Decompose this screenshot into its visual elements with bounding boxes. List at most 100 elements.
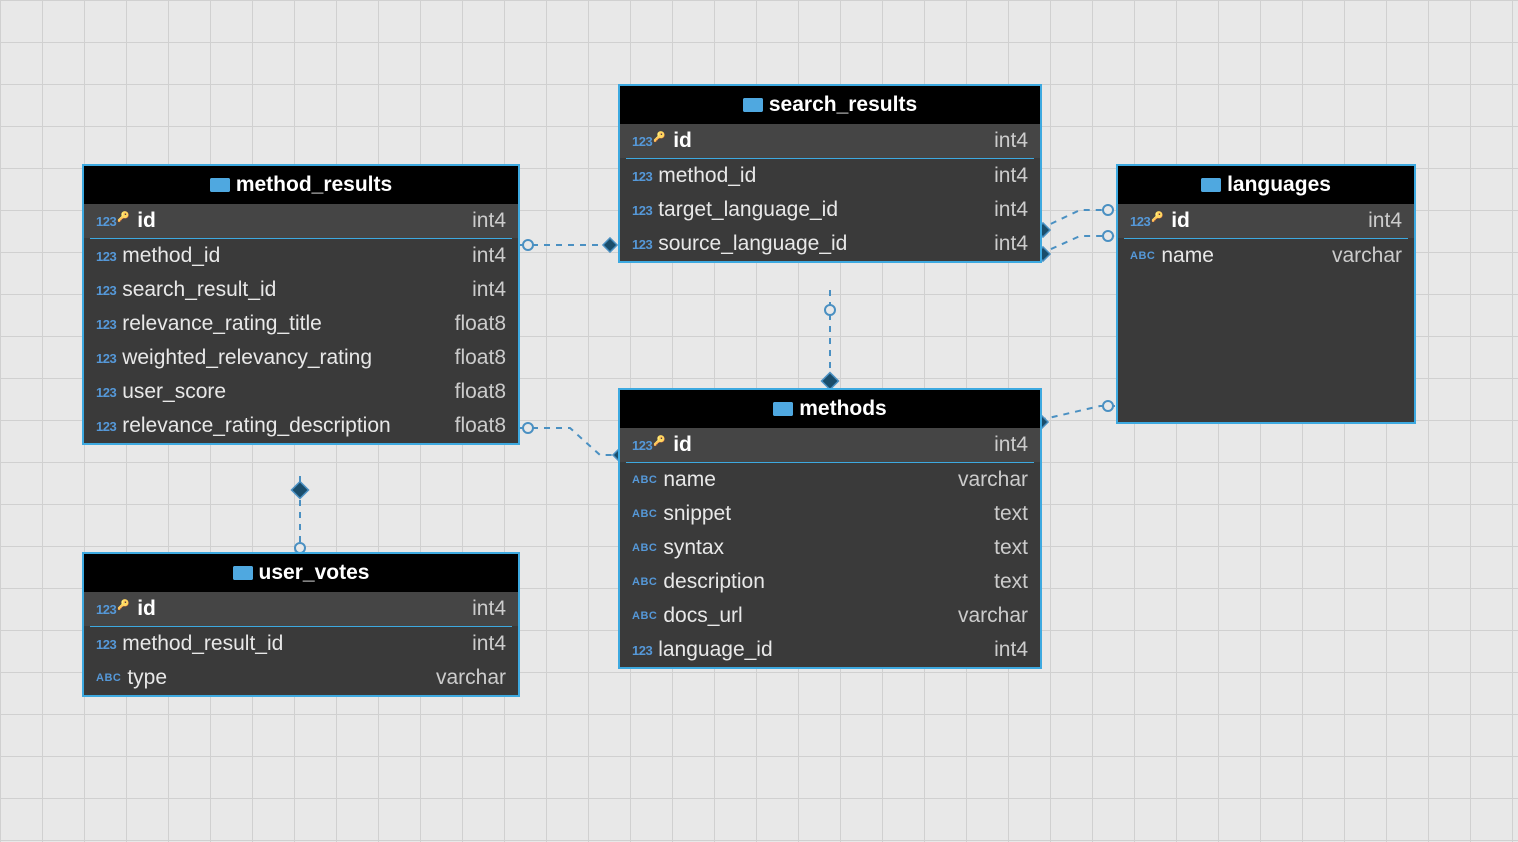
type-prefix: 123: [1130, 214, 1150, 229]
column-type: int4: [994, 129, 1028, 153]
column-row[interactable]: 123 method_id int4: [84, 239, 518, 273]
column-name: id: [673, 433, 692, 457]
column-type: text: [994, 502, 1028, 526]
column-name: method_id: [122, 244, 220, 268]
type-prefix: 123: [632, 438, 652, 453]
column-name: method_id: [658, 164, 756, 188]
column-name: relevance_rating_description: [122, 414, 391, 438]
column-row[interactable]: 123 id int4: [1118, 204, 1414, 238]
type-prefix: ABC: [96, 672, 121, 684]
table-title: method_results: [236, 173, 392, 197]
table-icon: [233, 566, 253, 580]
type-prefix: ABC: [632, 542, 657, 554]
column-row[interactable]: 123language_idint4: [620, 633, 1040, 667]
table-icon: [743, 98, 763, 112]
table-method-results[interactable]: method_results 123 id int4 123method_idi…: [82, 164, 520, 445]
type-prefix: 123: [632, 237, 652, 252]
column-name: name: [663, 468, 716, 492]
column-type: int4: [472, 597, 506, 621]
type-prefix: 123: [96, 317, 116, 332]
type-prefix: 123: [632, 134, 652, 149]
column-row[interactable]: ABC snippet text: [620, 497, 1040, 531]
column-name: search_result_id: [122, 278, 276, 302]
column-name: snippet: [663, 502, 731, 526]
column-type: int4: [994, 198, 1028, 222]
table-header: languages: [1118, 166, 1414, 204]
column-name: id: [137, 209, 156, 233]
column-row[interactable]: 123 id int4: [84, 204, 518, 238]
column-row[interactable]: 123 id int4: [84, 592, 518, 626]
column-type: int4: [472, 244, 506, 268]
type-prefix: 123: [96, 419, 116, 434]
key-icon: [655, 134, 667, 148]
column-row[interactable]: ABC syntax text: [620, 531, 1040, 565]
column-row[interactable]: 123 id int4: [620, 124, 1040, 158]
table-title: user_votes: [259, 561, 370, 585]
column-type: int4: [1368, 209, 1402, 233]
column-name: description: [663, 570, 765, 594]
column-row[interactable]: 123 target_language_id int4: [620, 193, 1040, 227]
table-header: user_votes: [84, 554, 518, 592]
column-row[interactable]: 123 id int4: [620, 428, 1040, 462]
key-icon: [119, 602, 131, 616]
type-prefix: ABC: [632, 508, 657, 520]
type-prefix: 123: [96, 214, 116, 229]
column-type: varchar: [436, 666, 506, 690]
table-user-votes[interactable]: user_votes 123 id int4 123 method_result_…: [82, 552, 520, 697]
column-row[interactable]: 123 source_language_id int4: [620, 227, 1040, 261]
type-prefix: 123: [96, 385, 116, 400]
type-prefix: ABC: [632, 576, 657, 588]
column-type: float8: [455, 312, 506, 336]
column-name: docs_url: [663, 604, 742, 628]
column-name: language_id: [658, 638, 772, 662]
table-languages[interactable]: languages 123 id int4 ABCnamevarchar: [1116, 164, 1416, 424]
column-name: name: [1161, 244, 1214, 268]
type-prefix: 123: [96, 637, 116, 652]
diagram-canvas[interactable]: method_results 123 id int4 123method_idi…: [0, 0, 1518, 842]
type-prefix: ABC: [632, 610, 657, 622]
column-type: float8: [455, 346, 506, 370]
column-row[interactable]: ABCtypevarchar: [84, 661, 518, 695]
table-header: method_results: [84, 166, 518, 204]
column-name: syntax: [663, 536, 724, 560]
column-row[interactable]: 123method_result_idint4: [84, 627, 518, 661]
table-header: methods: [620, 390, 1040, 428]
table-search-results[interactable]: search_results 123 id int4 123method_idi…: [618, 84, 1042, 263]
column-name: id: [673, 129, 692, 153]
table-methods[interactable]: methods 123 id int4 ABC name varchar ABC sn…: [618, 388, 1042, 669]
column-type: varchar: [958, 604, 1028, 628]
column-row[interactable]: ABCnamevarchar: [620, 463, 1040, 497]
type-prefix: ABC: [1130, 250, 1155, 262]
column-row[interactable]: ABC docs_url varchar: [620, 599, 1040, 633]
type-prefix: 123: [96, 249, 116, 264]
column-name: method_result_id: [122, 632, 283, 656]
column-type: int4: [994, 433, 1028, 457]
column-row[interactable]: 123 search_result_id int4: [84, 273, 518, 307]
column-name: source_language_id: [658, 232, 847, 256]
column-type: int4: [472, 278, 506, 302]
table-header: search_results: [620, 86, 1040, 124]
type-prefix: 123: [96, 283, 116, 298]
column-type: text: [994, 536, 1028, 560]
table-icon: [1201, 178, 1221, 192]
column-row[interactable]: 123user_scorefloat8: [84, 375, 518, 409]
column-row[interactable]: 123weighted_relevancy_ratingfloat8: [84, 341, 518, 375]
column-row[interactable]: 123relevance_rating_titlefloat8: [84, 307, 518, 341]
key-icon: [119, 214, 131, 228]
type-prefix: 123: [632, 203, 652, 218]
column-type: int4: [994, 638, 1028, 662]
column-type: int4: [994, 232, 1028, 256]
column-row[interactable]: 123relevance_rating_descriptionfloat8: [84, 409, 518, 443]
column-name: user_score: [122, 380, 226, 404]
column-row[interactable]: ABCdescriptiontext: [620, 565, 1040, 599]
table-title: methods: [799, 397, 887, 421]
column-name: id: [1171, 209, 1190, 233]
type-prefix: ABC: [632, 474, 657, 486]
column-name: target_language_id: [658, 198, 838, 222]
column-name: weighted_relevancy_rating: [122, 346, 372, 370]
column-row[interactable]: ABCnamevarchar: [1118, 239, 1414, 273]
table-icon: [210, 178, 230, 192]
column-row[interactable]: 123method_idint4: [620, 159, 1040, 193]
type-prefix: 123: [96, 602, 116, 617]
key-icon: [1153, 214, 1165, 228]
